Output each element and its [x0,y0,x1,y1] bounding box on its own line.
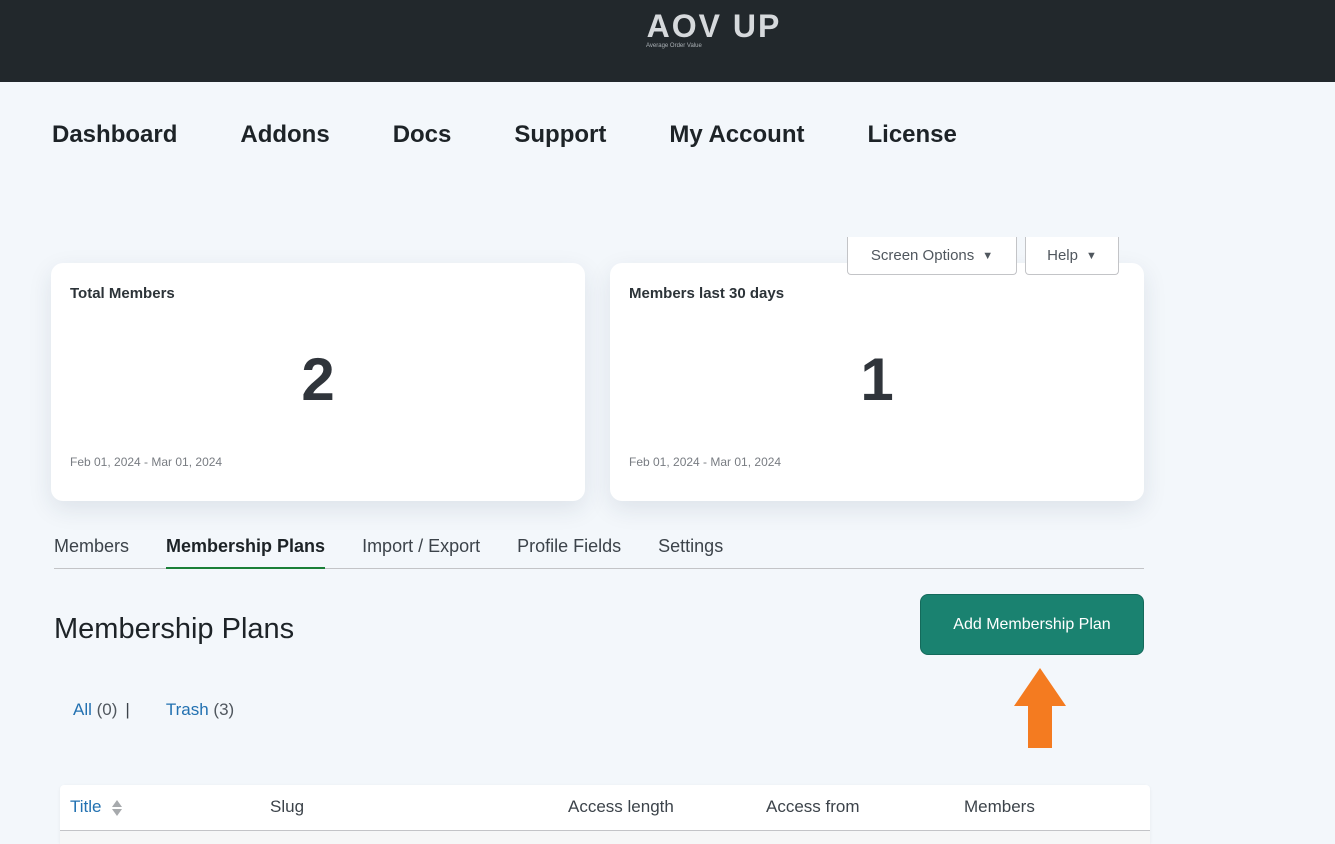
status-filters: All (0) | Trash (3) [73,698,234,722]
nav-addons[interactable]: Addons [240,118,329,158]
tab-profile-fields[interactable]: Profile Fields [517,530,621,569]
column-title[interactable]: Title [70,797,123,817]
nav-my-account[interactable]: My Account [669,118,804,158]
column-members: Members [964,797,1035,816]
tab-membership-plans[interactable]: Membership Plans [166,530,326,569]
add-membership-plan-button[interactable]: Add Membership Plan [920,594,1144,655]
filter-all-count: (0) [96,700,118,719]
column-slug: Slug [270,797,305,816]
members-last-30-days-card: Members last 30 days 1 Feb 01, 2024 - Ma… [610,263,1144,501]
page-title: Membership Plans [54,613,295,645]
membership-plans-table: Title Slug Access length Access from Mem… [60,785,1150,844]
card-value: 1 [860,346,894,413]
main-nav: Dashboard Addons Docs Support My Account… [52,118,1020,158]
nav-license[interactable]: License [867,118,956,158]
filter-trash[interactable]: Trash (3) [166,698,234,722]
column-access-length: Access length [568,797,674,816]
card-title: Total Members [70,285,175,302]
tab-members[interactable]: Members [54,530,129,569]
filter-separator: | [125,700,130,719]
card-title: Members last 30 days [629,285,785,302]
help-label: Help [1047,247,1078,264]
tab-import-export[interactable]: Import / Export [362,530,480,569]
section-tabs: Members Membership Plans Import / Export… [54,530,1144,569]
arrow-up-icon [1014,668,1066,748]
table-header: Title Slug Access length Access from Mem… [60,785,1150,831]
sort-icon [112,799,123,816]
logo[interactable]: AOV UP Average Order Value [646,10,782,54]
nav-support[interactable]: Support [514,118,606,158]
logo-text: AOV UP [646,8,782,44]
caret-down-icon: ▼ [1085,249,1097,262]
logo-tagline: Average Order Value [646,43,702,49]
screen-options-button[interactable]: Screen Options ▼ [847,237,1017,275]
card-value: 2 [301,346,335,413]
column-access-from: Access from [766,797,860,816]
filter-trash-label: Trash [165,700,209,719]
nav-dashboard[interactable]: Dashboard [52,118,177,158]
filter-all-label: All [73,700,92,719]
column-title-label: Title [70,797,102,816]
filter-all[interactable]: All (0) [73,698,117,722]
card-date-range: Feb 01, 2024 - Mar 01, 2024 [629,455,782,469]
nav-docs[interactable]: Docs [393,118,452,158]
table-row [60,831,1150,844]
help-button[interactable]: Help ▼ [1025,237,1119,275]
total-members-card: Total Members 2 Feb 01, 2024 - Mar 01, 2… [51,263,585,501]
filter-trash-count: (3) [213,700,235,719]
screen-options-label: Screen Options [870,247,975,264]
card-date-range: Feb 01, 2024 - Mar 01, 2024 [70,455,223,469]
caret-down-icon: ▼ [982,249,994,262]
top-bar: AOV UP Average Order Value [0,0,1335,82]
tab-settings[interactable]: Settings [658,530,723,569]
